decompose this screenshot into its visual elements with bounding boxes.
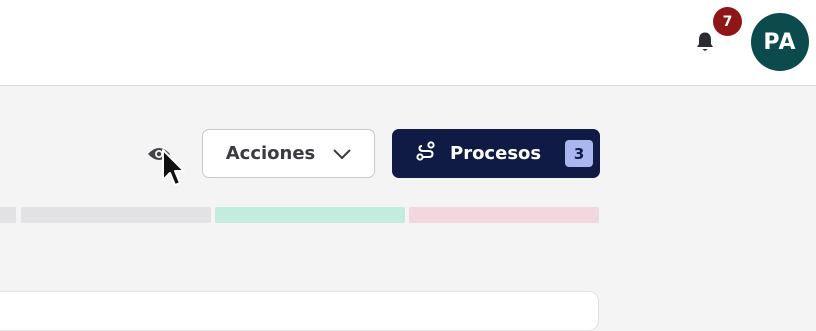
processes-label: Procesos	[450, 143, 542, 164]
route-icon	[416, 141, 436, 166]
notification-badge[interactable]: 7	[713, 7, 742, 36]
bell-icon[interactable]	[693, 29, 717, 55]
status-bar-green	[215, 207, 405, 223]
mouse-cursor	[162, 149, 185, 186]
chevron-down-icon	[333, 143, 351, 164]
top-bar: 7 PA	[0, 0, 816, 86]
content-card	[0, 291, 599, 331]
status-bar-red	[409, 207, 599, 223]
actions-label: Acciones	[225, 143, 316, 164]
status-bar-gray-2	[21, 207, 211, 223]
status-bar-gray-1	[0, 207, 16, 223]
avatar[interactable]: PA	[751, 13, 809, 71]
processes-button[interactable]: Procesos 3	[392, 129, 600, 178]
actions-dropdown-button[interactable]: Acciones	[202, 129, 375, 178]
processes-count-badge: 3	[565, 140, 594, 167]
